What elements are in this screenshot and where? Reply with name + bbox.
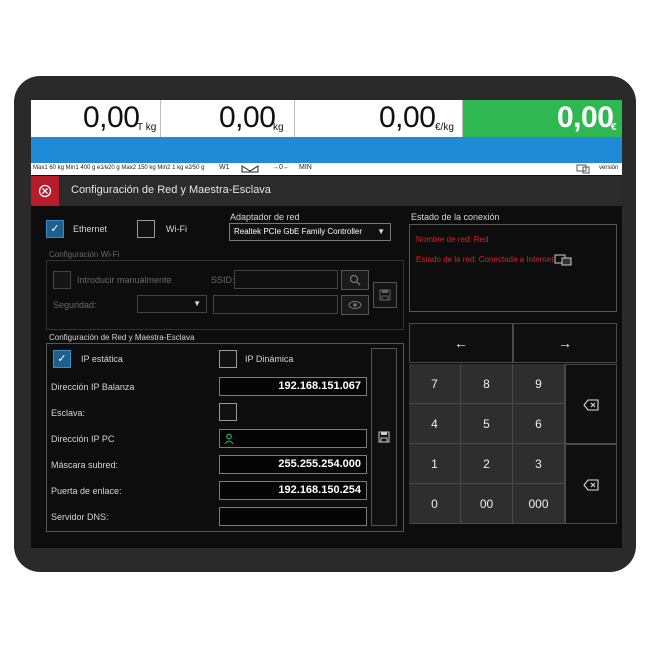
adapter-value: Realtek PCIe GbE Family Controller [234, 227, 363, 236]
ethernet-checkbox[interactable]: ✓ [46, 220, 64, 238]
weight-cell: 0,00 kg [161, 100, 295, 137]
show-password-button[interactable] [341, 295, 369, 315]
ssid-label: SSID: [211, 275, 235, 285]
save-icon [379, 289, 391, 301]
tare-value: 0,00 [83, 101, 140, 134]
slave-label: Esclava: [51, 408, 86, 418]
capacity-text: Max1 60 kg Min1 400 g e1⁄e20 g Max2 150 … [33, 165, 205, 171]
close-icon [38, 184, 52, 198]
wifi-save-button[interactable] [373, 282, 397, 308]
save-icon [378, 431, 390, 443]
network-icon [554, 254, 572, 266]
network-name: Nombre de red: Red [416, 235, 489, 244]
price-cell: 0,00 €/kg [295, 100, 463, 137]
connection-status-label: Estado de la conexión [411, 212, 500, 222]
dynamic-ip-label: IP Dinámica [245, 354, 294, 364]
weight-value: 0,00 [219, 101, 276, 134]
network-status: Estado de la red: Conectada a Internet [416, 255, 554, 264]
scale-ip-input[interactable]: 192.168.151.067 [219, 377, 367, 396]
w1-indicator: W1 [219, 164, 230, 171]
right-arrow-key[interactable]: → [513, 323, 617, 363]
key-0[interactable]: 0 [409, 484, 461, 524]
pc-ip-label: Dirección IP PC [51, 434, 115, 444]
price-unit: €/kg [435, 122, 454, 133]
network-save-button[interactable] [371, 348, 397, 526]
key-4[interactable]: 4 [409, 404, 461, 444]
dialog-titlebar: Configuración de Red y Maestra-Esclava [31, 176, 622, 206]
left-arrow-key[interactable]: ← [409, 323, 513, 363]
backspace-icon [583, 399, 599, 411]
clear-key[interactable] [565, 444, 617, 524]
static-ip-checkbox[interactable]: ✓ [53, 350, 71, 368]
password-input[interactable] [213, 295, 338, 314]
stable-icon [241, 165, 259, 173]
weight-unit: kg [273, 122, 284, 133]
user-icon [224, 433, 234, 445]
tare-display: 0,00 T kg [31, 100, 161, 137]
key-8[interactable]: 8 [461, 364, 513, 404]
backspace-icon [583, 479, 599, 491]
key-00[interactable]: 00 [461, 484, 513, 524]
key-6[interactable]: 6 [513, 404, 565, 444]
manual-entry-checkbox[interactable] [53, 271, 71, 289]
ssid-input[interactable] [234, 270, 338, 289]
dns-input[interactable] [219, 507, 367, 526]
search-icon [349, 274, 361, 286]
pc-ip-input[interactable] [219, 429, 367, 448]
key-1[interactable]: 1 [409, 444, 461, 484]
key-7[interactable]: 7 [409, 364, 461, 404]
monitor-icon [576, 164, 590, 174]
key-5[interactable]: 5 [461, 404, 513, 444]
weight-display: 0,00 T kg 0,00 kg 0,00 €/kg 0,00 € [31, 100, 622, 137]
dialog-title: Configuración de Red y Maestra-Esclava [71, 184, 271, 196]
connection-status-panel: Nombre de red: Red Estado de la red: Con… [409, 224, 617, 312]
eye-icon [348, 301, 362, 309]
adapter-label: Adaptador de red [230, 212, 300, 222]
total-value: 0,00 [557, 101, 614, 134]
dynamic-ip-checkbox[interactable] [219, 350, 237, 368]
key-2[interactable]: 2 [461, 444, 513, 484]
zero-indicator: →0← [272, 164, 290, 171]
wifi-config-label: Configuración Wi-Fi [49, 250, 120, 259]
screen: 0,00 T kg 0,00 kg 0,00 €/kg 0,00 € Max1 … [31, 100, 622, 548]
dns-label: Servidor DNS: [51, 512, 109, 522]
security-select[interactable]: ▼ [137, 295, 207, 313]
manual-entry-label: Introducir manualmente [77, 275, 172, 285]
info-bar [31, 137, 622, 163]
wifi-checkbox[interactable] [137, 220, 155, 238]
adapter-select[interactable]: Realtek PCIe GbE Family Controller ▼ [229, 223, 391, 241]
wifi-label: Wi-Fi [166, 224, 187, 234]
price-value: 0,00 [379, 101, 436, 134]
version-label: versión [599, 165, 619, 171]
key-000[interactable]: 000 [513, 484, 565, 524]
subnet-label: Máscara subred: [51, 460, 119, 470]
security-label: Seguridad: [53, 300, 97, 310]
backspace-key[interactable] [565, 364, 617, 444]
min-indicator: MIN [299, 164, 312, 171]
close-button[interactable] [31, 176, 59, 206]
key-3[interactable]: 3 [513, 444, 565, 484]
tare-unit: T kg [137, 122, 157, 133]
subnet-input[interactable]: 255.255.254.000 [219, 455, 367, 474]
static-ip-label: IP estática [81, 354, 123, 364]
scale-ip-label: Dirección IP Balanza [51, 382, 135, 392]
chevron-down-icon: ▼ [193, 299, 201, 308]
search-button[interactable] [341, 270, 369, 290]
status-bar: Max1 60 kg Min1 400 g e1⁄e20 g Max2 150 … [31, 163, 622, 175]
chevron-down-icon: ▼ [377, 227, 385, 236]
network-config-label: Configuración de Red y Maestra-Esclava [49, 333, 195, 342]
gateway-input[interactable]: 192.168.150.254 [219, 481, 367, 500]
slave-checkbox[interactable] [219, 403, 237, 421]
ethernet-label: Ethernet [73, 224, 108, 234]
gateway-label: Puerta de enlace: [51, 486, 122, 496]
total-unit: € [611, 122, 617, 133]
total-cell: 0,00 € [463, 100, 622, 137]
key-9[interactable]: 9 [513, 364, 565, 404]
